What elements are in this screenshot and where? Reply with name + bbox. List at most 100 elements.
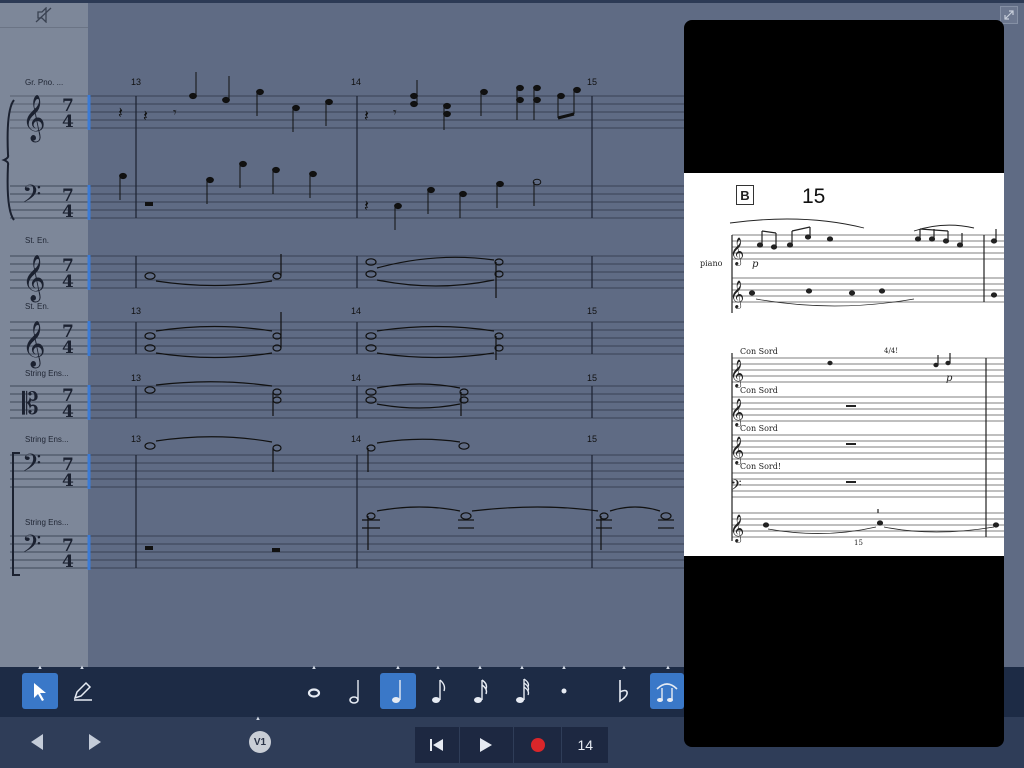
triangle-left-icon bbox=[31, 734, 43, 750]
svg-text:4: 4 bbox=[62, 202, 74, 222]
staff-lines bbox=[10, 95, 684, 569]
svg-text:𝄞: 𝄞 bbox=[22, 255, 46, 303]
footer-bar-number: 15 bbox=[854, 539, 863, 547]
svg-text:𝄞: 𝄞 bbox=[730, 280, 744, 309]
half-note-button[interactable] bbox=[338, 673, 374, 709]
triangle-right-icon bbox=[89, 734, 101, 750]
measure-number: 13 bbox=[131, 306, 142, 316]
measure-number: 13 bbox=[131, 434, 142, 444]
svg-text:𝄞: 𝄞 bbox=[730, 436, 744, 465]
measure-number: 15 bbox=[587, 434, 598, 444]
submenu-indicator-icon: ▲ bbox=[477, 665, 483, 671]
submenu-indicator-icon: ▲ bbox=[435, 665, 441, 671]
dynamic-marking: p bbox=[946, 373, 953, 384]
playback-controls: 14 bbox=[415, 727, 608, 763]
dot-button[interactable]: ▲ bbox=[546, 665, 582, 709]
svg-text:𝄽: 𝄽 bbox=[364, 198, 369, 215]
svg-text:𝄾: 𝄾 bbox=[393, 104, 397, 120]
svg-text:4: 4 bbox=[62, 471, 74, 491]
svg-text:𝄢: 𝄢 bbox=[730, 477, 742, 498]
staff-label-string-ensemble[interactable]: String Ens... bbox=[25, 435, 69, 444]
svg-text:4: 4 bbox=[62, 552, 74, 572]
submenu-indicator-icon: ▲ bbox=[37, 665, 43, 671]
time-signatures: 74 74 74 74 74 74 74 bbox=[62, 96, 74, 572]
measure-number: 14 bbox=[351, 306, 362, 316]
submenu-indicator-icon: ▲ bbox=[395, 665, 401, 671]
con-sordino-marking: Con Sord! bbox=[740, 462, 782, 471]
svg-text:𝄡: 𝄡 bbox=[22, 387, 39, 422]
staff-label-string-ensemble[interactable]: String Ens... bbox=[25, 369, 69, 378]
dynamic-marking: p bbox=[752, 259, 759, 270]
svg-text:𝄢: 𝄢 bbox=[22, 530, 41, 565]
staff-label-string-ensemble[interactable]: St. En. bbox=[25, 236, 49, 245]
svg-text:𝄞: 𝄞 bbox=[730, 514, 744, 543]
barlines bbox=[135, 96, 593, 568]
staff-label-string-ensemble[interactable]: String Ens... bbox=[25, 518, 69, 527]
tempo-marking: 4/4! bbox=[884, 347, 899, 355]
pencil-tool-button[interactable]: ▲ bbox=[64, 665, 100, 709]
reference-score-image: B 15 𝄞 𝄞 𝄞 𝄞 𝄞 𝄢 𝄞 piano p 4/4! p Con So… bbox=[684, 173, 1004, 556]
submenu-indicator-icon: ▲ bbox=[665, 665, 671, 671]
submenu-indicator-icon: ▲ bbox=[621, 665, 627, 671]
flat-button[interactable]: ▲ bbox=[606, 665, 642, 709]
submenu-indicator-icon: ▲ bbox=[79, 665, 85, 671]
svg-text:𝄽: 𝄽 bbox=[143, 108, 148, 125]
svg-text:𝄽: 𝄽 bbox=[364, 108, 369, 125]
whole-note-button[interactable]: ▲ bbox=[296, 665, 332, 709]
clefs: 𝄞 𝄢 𝄞 𝄞 𝄡 𝄢 𝄢 bbox=[22, 95, 46, 565]
con-sordino-marking: Con Sord bbox=[740, 347, 778, 356]
pencil-icon bbox=[73, 681, 92, 701]
record-icon bbox=[530, 738, 545, 752]
flat-icon bbox=[619, 680, 628, 703]
con-sordino-marking: Con Sord bbox=[740, 424, 778, 433]
handwritten-score: 𝄞 𝄞 𝄞 𝄞 𝄞 𝄢 𝄞 bbox=[729, 218, 1004, 543]
quarter-note-icon bbox=[392, 680, 401, 703]
svg-text:𝄽: 𝄽 bbox=[118, 105, 123, 122]
measure-number: 13 bbox=[131, 77, 142, 87]
sixteenth-note-button[interactable]: ▲ bbox=[462, 665, 498, 709]
con-sordino-marking: Con Sord bbox=[740, 386, 778, 395]
eighth-note-icon bbox=[432, 679, 446, 703]
sixteenth-note-icon bbox=[474, 679, 488, 703]
measure-number: 14 bbox=[351, 373, 362, 383]
reference-image-popover[interactable]: B 15 𝄞 𝄞 𝄞 𝄞 𝄞 𝄢 𝄞 piano p 4/4! p Con So… bbox=[684, 20, 1004, 747]
thirty-second-note-button[interactable]: ▲ bbox=[504, 665, 540, 709]
previous-page-button[interactable] bbox=[26, 731, 48, 753]
next-page-button[interactable] bbox=[84, 731, 106, 753]
rewind-to-start-button[interactable] bbox=[415, 727, 460, 763]
svg-text:4: 4 bbox=[62, 338, 74, 358]
submenu-indicator-icon: ▲ bbox=[255, 716, 261, 722]
voice-selector-button[interactable]: V1 bbox=[249, 731, 271, 753]
measure-number: 15 bbox=[587, 77, 598, 87]
play-icon bbox=[480, 738, 493, 752]
half-note-icon bbox=[349, 680, 359, 704]
submenu-indicator-icon: ▲ bbox=[519, 665, 525, 671]
staff-label-string-ensemble[interactable]: St. En. bbox=[25, 302, 49, 311]
notes-piano-lh: 𝄽 bbox=[119, 160, 542, 230]
select-tool-button[interactable]: ▲ bbox=[22, 665, 58, 709]
svg-text:𝄞: 𝄞 bbox=[22, 321, 46, 369]
svg-text:4: 4 bbox=[62, 402, 74, 422]
measure-number: 13 bbox=[131, 373, 142, 383]
measure-counter[interactable]: 14 bbox=[562, 727, 608, 763]
expand-icon[interactable] bbox=[1000, 6, 1018, 24]
submenu-indicator-icon: ▲ bbox=[311, 665, 317, 671]
tie-icon bbox=[656, 683, 678, 702]
rests-strings bbox=[145, 546, 280, 552]
svg-text:4: 4 bbox=[62, 112, 74, 132]
svg-text:𝄞: 𝄞 bbox=[22, 95, 46, 143]
measure-number: 15 bbox=[587, 373, 598, 383]
thirty-second-note-icon bbox=[516, 678, 530, 703]
measure-number: 14 bbox=[351, 434, 362, 444]
skip-back-icon bbox=[429, 739, 443, 751]
notes-piano-rh: 𝄽 𝄽 𝄾 𝄽 𝄾 bbox=[118, 72, 581, 132]
staff-label-grand-piano[interactable]: Gr. Pno. ... bbox=[25, 78, 63, 87]
pointer-icon bbox=[34, 683, 46, 701]
quarter-note-button[interactable]: ▲ bbox=[380, 665, 416, 709]
eighth-note-button[interactable]: ▲ bbox=[420, 665, 456, 709]
tie-button[interactable]: ▲ bbox=[650, 665, 684, 709]
svg-text:𝄢: 𝄢 bbox=[22, 180, 41, 215]
record-button[interactable] bbox=[514, 727, 563, 763]
play-button[interactable] bbox=[460, 727, 514, 763]
svg-text:𝄢: 𝄢 bbox=[22, 449, 41, 484]
